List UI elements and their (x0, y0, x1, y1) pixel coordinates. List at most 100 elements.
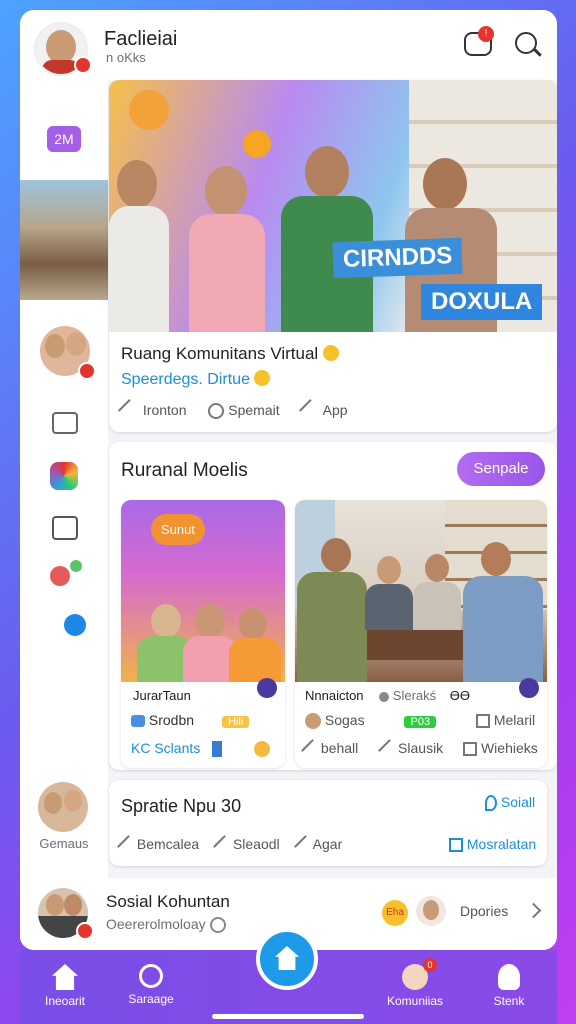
post-action-3-label: Agar (312, 836, 343, 852)
add-icon[interactable] (519, 678, 539, 698)
nav-community[interactable]: Komuniias (370, 950, 460, 1024)
card-1-row-2-left[interactable]: KC Sclants (131, 740, 200, 756)
post-action-1-label: Bemcalea (136, 836, 200, 852)
post-link[interactable]: Mosralatan (449, 836, 537, 853)
card-2-row-2-mid[interactable]: Slausik (398, 740, 443, 756)
hero-action-1-label: Ironton (142, 402, 187, 418)
post-actions: Bemcalea Sleaodl Agar (117, 835, 343, 856)
sidebar-avatar-dot (78, 362, 96, 380)
post-action-3[interactable]: Agar (293, 835, 343, 856)
hero-action-1[interactable]: Ironton (117, 399, 187, 424)
card-2-row-2-left[interactable]: behall (321, 740, 358, 756)
nav-profile[interactable]: Stenk (464, 950, 554, 1024)
hero-action-2-label: Spemait (228, 402, 280, 418)
camera-icon[interactable] (52, 412, 78, 434)
nav-community-label: Komuniias (386, 994, 444, 1008)
app-icon-colorful[interactable] (50, 462, 78, 490)
nav-profile-label: Stenk (493, 994, 525, 1008)
pencil-icon (293, 835, 314, 856)
bottom-nav: Ineoarit Saraage Komuniias 0 Stenk (20, 928, 557, 1024)
settings-icon (208, 403, 225, 420)
community-card-2-image (295, 500, 547, 682)
search-icon-handle (533, 48, 542, 57)
card-2-row-1-right: Melaril (493, 712, 536, 728)
add-icon[interactable] (257, 678, 277, 698)
hero-action-3-label: App (322, 402, 348, 418)
nav-community-badge: 0 (423, 958, 437, 972)
sidebar-friends-avatar[interactable] (38, 782, 88, 832)
hero-banner-top: CIRNDDS (332, 237, 463, 279)
post-link-label: Mosralatan (466, 836, 537, 852)
card-2-row-2-right[interactable]: Wiehieks (481, 740, 538, 756)
nav-center-button[interactable] (256, 928, 318, 990)
card-2-row-1: Sogas P03 Melaril (305, 712, 536, 730)
image-icon (131, 715, 145, 728)
footer-link[interactable]: Dpories (460, 903, 508, 919)
pencil-icon (213, 835, 233, 856)
home-indicator (212, 1014, 364, 1019)
footer-small-avatar[interactable] (416, 896, 446, 926)
circle-icon (379, 691, 390, 702)
clock-icon (209, 917, 226, 934)
messenger-icon[interactable] (64, 614, 86, 636)
hero-card[interactable]: CIRNDDS DOXULA Ruang Komunitans Virtual … (109, 80, 557, 432)
community-card-2[interactable]: Nnnaicton Slerakś ƟƟ Sogas P03 Melaril b… (295, 500, 547, 768)
top-bar: Faclieiai n oKks ! (20, 10, 557, 80)
status-dot (74, 56, 92, 74)
footer-subtitle: Oeererolmoloay (106, 916, 226, 934)
post-title: Spratie Npu 30 (121, 796, 242, 816)
sidebar-thumbnail[interactable] (20, 180, 108, 300)
emoji-icon (254, 370, 271, 386)
sidebar-avatar-label: Gemaus (39, 836, 89, 851)
app-window: Faclieiai n oKks ! 2M Gemaus CIRNDDS DOX… (20, 10, 557, 950)
card-1-row-2: KC Sclants (131, 740, 271, 758)
post-action-2-label: Sleaodl (232, 836, 280, 852)
message-icon[interactable] (52, 516, 78, 540)
card-1-row-1-left: Srodbn (148, 712, 195, 728)
hero-banner-bottom: DOXULA (421, 284, 543, 320)
post-tag-label: Soiall (500, 794, 536, 810)
home-icon (275, 946, 299, 970)
card-1-row-1: Srodbn Hili (131, 712, 250, 728)
app-subtitle: n oKks (106, 50, 146, 65)
sticker-icon[interactable] (50, 566, 70, 586)
post-action-1[interactable]: Bemcalea (117, 835, 200, 856)
footer-title: Sosial Kohuntan (106, 892, 230, 911)
search-icon (139, 964, 163, 988)
thumbs-up-icon (463, 742, 478, 757)
hero-actions: Ironton Spemait App (117, 399, 348, 424)
location-icon (485, 795, 497, 812)
post-action-2[interactable]: Sleaodl (213, 835, 280, 856)
footer-avatar-dot (76, 922, 94, 940)
post-card[interactable]: Spratie Npu 30 Soiall Bemcalea Sleaodl A… (109, 780, 547, 866)
card-2-row-1-left: Sogas (324, 712, 365, 728)
app-title: Faclieiai (104, 28, 178, 50)
calendar-icon (449, 838, 463, 853)
community-card-1[interactable]: Sunut JurarTaun Srodbn Hili KC Sclants (121, 500, 285, 768)
hero-action-3[interactable]: App (298, 399, 348, 424)
community-card-1-image: Sunut (121, 500, 285, 682)
sidebar-badge[interactable]: 2M (47, 126, 81, 152)
footer-subtitle-text: Oeererolmoloay (106, 916, 206, 932)
card-1-title: JurarTaun (133, 688, 191, 703)
card-2-title-tail: ƟƟ (449, 688, 471, 703)
hero-action-2[interactable]: Spemait (208, 402, 280, 420)
sun-icon (254, 741, 271, 758)
chevron-right-icon[interactable] (525, 902, 542, 919)
hero-title-text: Ruang Komunitans Virtual (121, 344, 319, 363)
post-tag[interactable]: Soiall (485, 794, 536, 812)
nav-search-label: Saraage (128, 992, 174, 1006)
card-2-row-2: behall Slausik Wiehieks (301, 739, 538, 760)
nav-search[interactable]: Saraage (106, 950, 196, 1024)
pencil-icon (378, 739, 399, 760)
section-title: Ruranal Moelis (121, 460, 248, 481)
notification-badge: ! (478, 26, 494, 42)
pencil-icon (117, 835, 137, 856)
card-2-title: Nnnaicton (305, 688, 364, 703)
footer-pill[interactable]: Eha (382, 900, 408, 926)
thumbs-up-icon (475, 714, 490, 729)
sidebar: 2M Gemaus (20, 80, 108, 950)
nav-home[interactable]: Ineoarit (20, 950, 110, 1024)
section-button[interactable]: Senpale (457, 452, 545, 486)
section-card: Ruranal Moelis Senpale Sunut JurarTaun S… (109, 442, 557, 770)
